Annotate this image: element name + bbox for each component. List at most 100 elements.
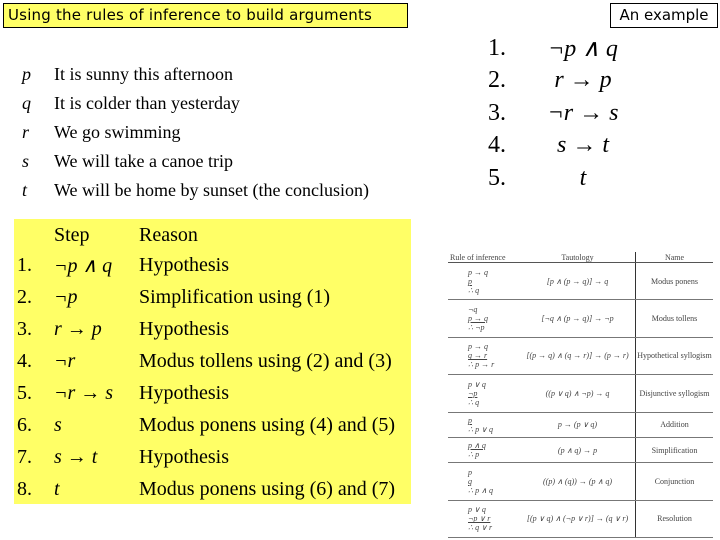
slide-title: Using the rules of inference to build ar… [3,3,408,28]
rule-row: p → q p ∴ q [p ∧ (p → q)] → q Modus pone… [448,262,713,301]
proof-row: 7. s → t Hypothesis [14,441,409,473]
rule-tautology: ((p ∨ q) ∧ ¬p) → q [520,374,636,413]
step-expression: s [54,413,62,436]
rule-form: p ∨ q ¬p ∴ q [448,374,520,413]
rules-of-inference-table: Rule of inference Tautology Name p → q p… [448,252,713,539]
variable-symbol: q [22,93,31,113]
variable-row: q It is colder than yesterday [22,89,369,118]
step-expression: r → p [54,317,102,340]
step-reason: Hypothesis [139,381,229,404]
rule-row: p q ∴ p ∧ q ((p) ∧ (q)) → (p ∧ q) Conjun… [448,462,713,501]
rule-row: p ∧ q ∴ p (p ∧ q) → p Simplification [448,437,713,464]
rule-premise: p → q [468,314,488,324]
example-label: An example [610,3,718,28]
step-reason: Hypothesis [139,253,229,276]
rule-name: Modus ponens [635,262,713,301]
rule-form: p ∴ p ∨ q [448,412,520,438]
rule-conclusion: ∴ p [468,450,480,460]
premises-list: 1. ¬p ∧ q 2. r → p 3. ¬r → s 4. s → t 5. t [488,32,633,195]
variable-symbol: s [22,151,30,171]
variable-row: s We will take a canoe trip [22,147,369,176]
premise-expression: r → p [554,67,612,94]
rule-premise: ¬q [468,305,478,315]
proof-row: 2. ¬p Simplification using (1) [14,281,409,313]
step-expression: ¬p [54,285,78,308]
rule-premise: p [468,415,472,425]
rule-name: Modus tollens [635,299,713,338]
premise-expression: t [579,164,587,191]
step-number: 8. [17,477,32,500]
rule-premise: p [468,276,472,286]
variable-definitions: p It is sunny this afternoon q It is colde… [22,60,369,205]
premise-row: 2. r → p [488,65,633,98]
step-number: 3. [17,317,32,340]
rule-premise: p → q [468,342,488,352]
rule-tautology: [p ∧ (p → q)] → q [520,262,636,301]
step-expression: t [54,477,60,500]
rule-premise: ¬p ∨ r [468,514,491,524]
step-reason: Hypothesis [139,445,229,468]
name-header: Name [635,252,713,263]
variable-meaning: It is colder than yesterday [54,93,240,113]
rule-tautology: p → (p ∨ q) [520,412,636,438]
rule-conclusion: ∴ q [468,397,480,407]
rules-header-row: Rule of inference Tautology Name [448,252,713,263]
rule-name: Disjunctive syllogism [635,374,713,413]
rule-conclusion: ∴ q [468,285,480,295]
rule-conclusion: ∴ p ∧ q [468,485,493,495]
proof-row: 5. ¬r → s Hypothesis [14,377,409,409]
rule-tautology: [(p → q) ∧ (q → r)] → (p → r) [520,337,636,376]
step-number: 4. [17,349,32,372]
premise-expression: ¬r → s [547,99,619,126]
variable-row: p It is sunny this afternoon [22,60,369,89]
premise-number: 5. [488,164,506,191]
step-reason: Simplification using (1) [139,285,331,308]
premise-number: 2. [488,67,506,94]
rule-tautology: [(p ∨ q) ∧ (¬p ∨ r)] → (q ∨ r) [520,500,636,539]
rule-premise: p → q [468,267,488,277]
proof-header-row: Step Reason [14,221,409,249]
variable-row: r We go swimming [22,118,369,147]
rule-premise: ¬p [468,388,478,398]
step-header: Step [54,223,90,246]
proof-row: 6. s Modus ponens using (4) and (5) [14,409,409,441]
step-expression: s → t [54,445,98,468]
rule-premise: p [468,467,472,477]
step-expression: ¬r [54,349,76,372]
rules-table: Rule of inference Tautology Name p → q p… [448,252,713,539]
rule-premise: q → r [468,351,488,361]
variable-meaning: We go swimming [54,122,181,142]
variable-meaning: We will take a canoe trip [54,151,233,171]
rule-row: p ∨ q ¬p ∨ r ∴ q ∨ r [(p ∨ q) ∧ (¬p ∨ r)… [448,500,713,539]
rule-tautology: ((p) ∧ (q)) → (p ∧ q) [520,462,636,501]
proof-steps-table: Step Reason 1. ¬p ∧ q Hypothesis 2. ¬p Simpl… [14,219,411,504]
premise-number: 4. [488,132,506,159]
rule-form: ¬q p → q ∴ ¬p [448,299,520,338]
rule-row: p ∨ q ¬p ∴ q ((p ∨ q) ∧ ¬p) → q Disjunct… [448,374,713,413]
rule-form: p ∨ q ¬p ∨ r ∴ q ∨ r [448,500,520,539]
rule-premise: p ∨ q [468,379,486,389]
variable-meaning: We will be home by sunset (the conclusio… [54,180,369,200]
premise-row: 1. ¬p ∧ q [488,32,633,65]
rule-tautology: [¬q ∧ (p → q)] → ¬p [520,299,636,338]
rule-conclusion: ∴ q ∨ r [468,523,493,533]
step-expression: ¬p ∧ q [54,254,113,277]
rule-conclusion: ∴ ¬p [468,323,485,333]
rule-premise: q [468,476,472,486]
step-number: 2. [17,285,32,308]
premise-expression: ¬p ∧ q [548,35,618,62]
proof-row: 4. ¬r Modus tollens using (2) and (3) [14,345,409,377]
step-number: 5. [17,381,32,404]
step-reason: Modus tollens using (2) and (3) [139,349,392,372]
step-number: 7. [17,445,32,468]
premise-number: 1. [488,34,506,61]
step-reason: Modus ponens using (4) and (5) [139,413,396,436]
step-number: 1. [17,253,32,276]
variable-row: t We will be home by sunset (the conclusi… [22,176,369,205]
tautology-header: Tautology [520,252,636,263]
rule-name: Resolution [635,500,713,539]
rule-row: ¬q p → q ∴ ¬p [¬q ∧ (p → q)] → ¬p Modus … [448,299,713,338]
premise-row: 3. ¬r → s [488,97,633,130]
step-reason: Hypothesis [139,317,229,340]
rule-name: Conjunction [635,462,713,501]
